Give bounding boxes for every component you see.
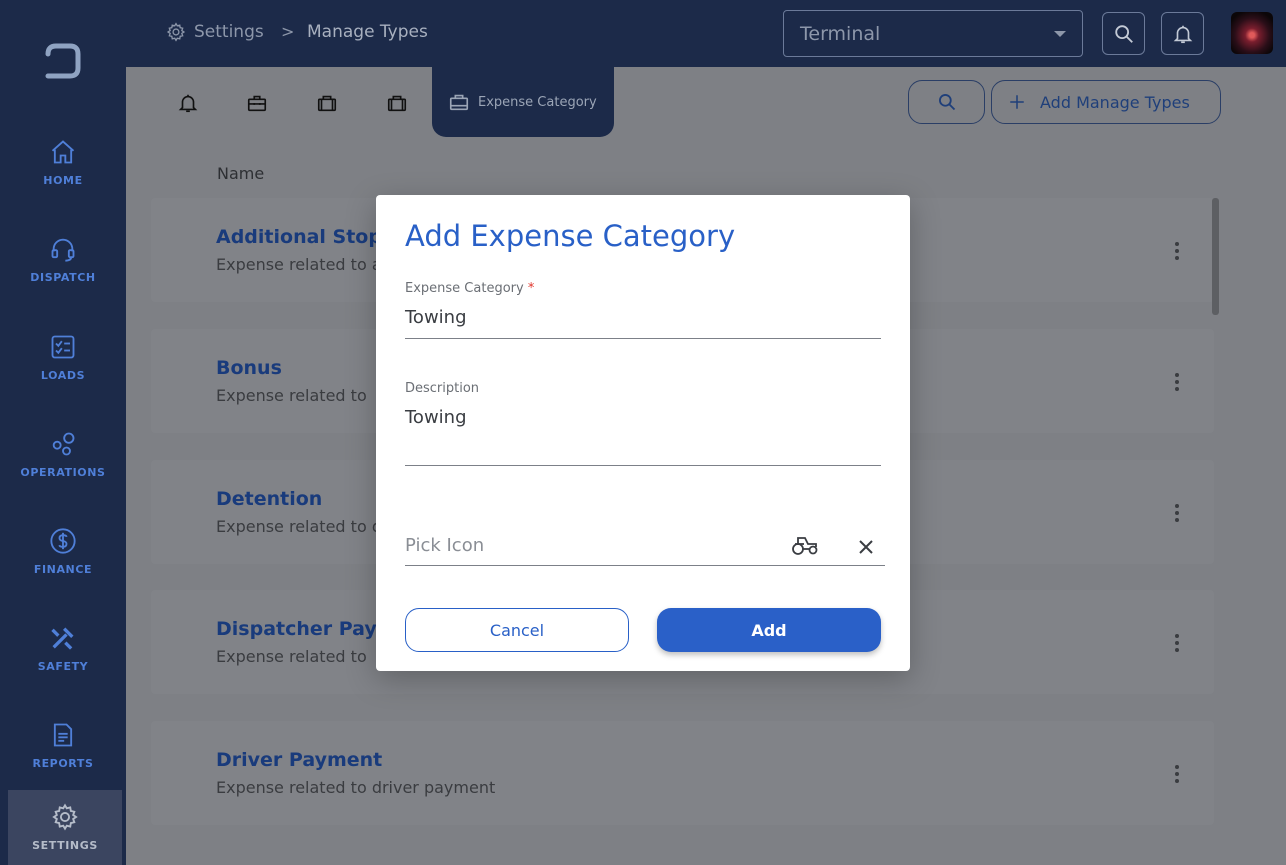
- list-item-description: Expense related to d: [216, 517, 382, 536]
- nav-label-dispatch: DISPATCH: [30, 270, 96, 284]
- add-button[interactable]: Add: [657, 608, 881, 652]
- list-item-title: Bonus: [216, 357, 282, 379]
- more-vert-icon[interactable]: [1174, 765, 1180, 783]
- breadcrumb-current: Manage Types: [307, 22, 428, 42]
- nav-label-home: HOME: [43, 173, 83, 187]
- list-item-description: Expense related to a: [216, 255, 382, 274]
- nav-item-operations[interactable]: OPERATIONS: [0, 409, 126, 499]
- user-avatar[interactable]: [1231, 12, 1273, 54]
- description-textarea[interactable]: Towing: [405, 407, 467, 428]
- gear-icon: [166, 22, 186, 42]
- global-search-button[interactable]: [1102, 12, 1145, 55]
- nav-label-safety: SAFETY: [37, 659, 89, 673]
- list-item-title: Dispatcher Paym: [216, 618, 397, 640]
- app-logo[interactable]: [44, 42, 82, 80]
- bell-icon[interactable]: [177, 92, 199, 114]
- nav-label-operations: OPERATIONS: [20, 465, 106, 479]
- add-manage-types-label: Add Manage Types: [1040, 92, 1190, 112]
- tab-expense-category-label: Expense Category: [478, 94, 597, 110]
- nav-item-safety[interactable]: SAFETY: [0, 603, 126, 693]
- gear-icon: [52, 803, 78, 831]
- nav-item-home[interactable]: HOME: [0, 117, 126, 207]
- list-item-title: Driver Payment: [216, 749, 383, 771]
- column-header-name: Name: [217, 164, 265, 183]
- briefcase-icon[interactable]: [386, 92, 408, 114]
- nav-item-reports[interactable]: REPORTS: [0, 700, 126, 790]
- list-item-title: Detention: [216, 488, 323, 510]
- required-mark: *: [527, 281, 535, 296]
- cancel-button[interactable]: Cancel: [405, 608, 629, 652]
- more-vert-icon[interactable]: [1174, 504, 1180, 522]
- tractor-icon[interactable]: [790, 533, 820, 557]
- search-icon: [938, 94, 955, 111]
- report-icon: [53, 723, 73, 746]
- breadcrumb-root-label: Settings: [194, 22, 264, 42]
- breadcrumb-settings[interactable]: Settings: [166, 22, 264, 42]
- toolbox-icon[interactable]: [246, 92, 268, 114]
- nav-label-finance: FINANCE: [33, 562, 93, 576]
- sidebar: HOME DISPATCH LOADS OPERATIONS FINANCE S…: [0, 0, 126, 865]
- list-scrollbar[interactable]: [1212, 198, 1219, 315]
- terminal-select[interactable]: Terminal: [783, 10, 1083, 57]
- list-search-button[interactable]: [908, 80, 985, 124]
- expense-category-label: Expense Category *: [405, 281, 535, 296]
- tab-expense-category[interactable]: Expense Category: [432, 67, 614, 137]
- list-item[interactable]: Driver Payment Expense related to driver…: [151, 721, 1214, 825]
- notifications-button[interactable]: [1161, 12, 1204, 55]
- expense-category-underline: [405, 338, 881, 339]
- briefcase-icon[interactable]: [316, 92, 338, 114]
- bell-icon: [1173, 25, 1192, 43]
- list-item-title: Additional Stop: [216, 226, 382, 248]
- headset-icon: [51, 238, 75, 262]
- description-underline: [405, 465, 881, 466]
- terminal-select-value: Terminal: [800, 23, 881, 45]
- checklist-icon: [51, 335, 75, 358]
- breadcrumb-separator: >: [281, 22, 295, 41]
- close-icon[interactable]: [858, 539, 874, 555]
- operations-icon: [52, 432, 75, 455]
- list-item-description: Expense related to: [216, 647, 367, 666]
- nav-item-dispatch[interactable]: DISPATCH: [0, 214, 126, 304]
- top-header: Settings > Manage Types Terminal: [126, 0, 1286, 67]
- pick-icon-field[interactable]: Pick Icon: [405, 535, 484, 556]
- search-icon: [1114, 24, 1133, 43]
- dialog-title: Add Expense Category: [405, 219, 736, 253]
- nav-item-loads[interactable]: LOADS: [0, 312, 126, 402]
- nav-label-loads: LOADS: [40, 368, 86, 382]
- home-icon: [51, 139, 75, 163]
- more-vert-icon[interactable]: [1174, 373, 1180, 391]
- description-label: Description: [405, 381, 480, 396]
- expense-category-input[interactable]: Towing: [405, 307, 467, 328]
- nav-item-settings[interactable]: SETTINGS: [8, 790, 122, 865]
- briefcase-icon: [449, 94, 469, 111]
- more-vert-icon[interactable]: [1174, 242, 1180, 260]
- dollar-icon: [50, 527, 76, 554]
- more-vert-icon[interactable]: [1174, 634, 1180, 652]
- nav-label-settings: SETTINGS: [32, 839, 98, 852]
- list-item-description: Expense related to: [216, 386, 367, 405]
- nav-label-reports: REPORTS: [32, 756, 94, 770]
- tools-icon: [51, 627, 74, 650]
- list-item-description: Expense related to driver payment: [216, 778, 496, 797]
- chevron-down-icon: [1054, 31, 1066, 37]
- plus-icon: [1010, 95, 1024, 109]
- add-expense-category-dialog: Add Expense Category Expense Category * …: [376, 195, 910, 671]
- add-manage-types-button[interactable]: Add Manage Types: [991, 80, 1221, 124]
- nav-item-finance[interactable]: FINANCE: [0, 506, 126, 596]
- pick-icon-underline: [405, 565, 885, 566]
